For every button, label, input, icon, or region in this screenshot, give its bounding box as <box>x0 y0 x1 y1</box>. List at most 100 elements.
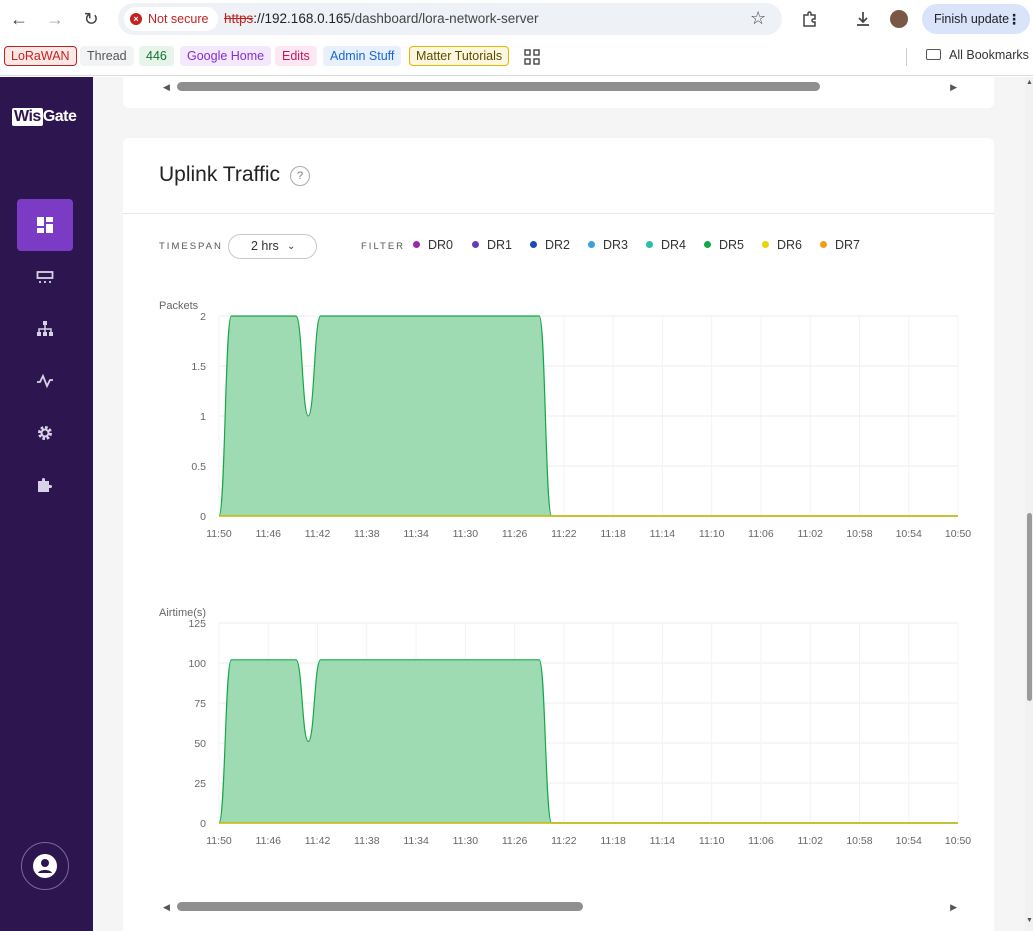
user-icon <box>33 854 57 878</box>
x-tick-label: 11:02 <box>797 835 823 847</box>
sidebar-item-gateway[interactable] <box>17 251 73 303</box>
profile-avatar[interactable] <box>890 10 908 28</box>
bookmarks-bar: LoRaWAN Thread 446 Google Home Edits Adm… <box>0 38 1033 76</box>
x-tick-label: 11:02 <box>797 528 823 540</box>
all-bookmarks-button[interactable]: All Bookmarks <box>926 48 1029 62</box>
x-tick-label: 11:34 <box>403 528 429 540</box>
x-tick-label: 11:14 <box>650 528 676 540</box>
chevron-down-icon: ⌄ <box>287 241 296 252</box>
x-tick-label: 11:10 <box>699 528 725 540</box>
activity-icon <box>37 373 53 389</box>
sidebar-item-activity[interactable] <box>17 355 73 407</box>
x-tick-label: 10:50 <box>945 528 971 540</box>
y-tick-label: 2 <box>200 311 206 323</box>
filter-dr0[interactable]: DR0 <box>413 238 453 252</box>
y-tick-label: 25 <box>194 778 206 790</box>
sidebar-item-settings[interactable] <box>17 407 73 459</box>
menu-dots-icon: ⋮ <box>1007 11 1021 27</box>
y-tick-label: 100 <box>188 658 206 670</box>
back-icon[interactable]: ← <box>7 7 31 31</box>
scroll-down-icon: ▼ <box>1026 917 1033 924</box>
network-icon <box>37 321 53 336</box>
uplink-traffic-card: Uplink Traffic ? TIMESPAN 2 hrs ⌄ FILTER … <box>123 138 994 931</box>
timespan-select[interactable]: 2 hrs ⌄ <box>228 234 317 259</box>
card-title: Uplink Traffic <box>159 163 280 186</box>
download-icon[interactable] <box>851 7 875 31</box>
y-tick-label: 50 <box>194 738 206 750</box>
airtime-chart: 0 25 50 75 100 125 11:50 11:46 11:42 11:38 11:34 11… <box>188 618 971 847</box>
user-account-button[interactable] <box>21 842 69 890</box>
help-icon[interactable]: ? <box>290 166 310 186</box>
dashboard-icon <box>37 217 53 233</box>
horizontal-scrollbar-bottom[interactable]: ◀ ▶ <box>163 901 957 913</box>
divider <box>123 213 994 214</box>
y-tick-label: 125 <box>188 618 206 630</box>
horizontal-scrollbar-top[interactable]: ◀ ▶ <box>163 81 957 93</box>
finish-update-button[interactable]: Finish update ⋮ <box>922 4 1030 34</box>
x-tick-label: 11:22 <box>551 528 577 540</box>
y-tick-label: 1.5 <box>191 361 206 373</box>
previous-card-bottom: ◀ ▶ <box>123 77 994 108</box>
x-tick-label: 11:26 <box>502 835 528 847</box>
not-secure-badge[interactable]: × Not secure <box>124 7 219 31</box>
sidebar-item-extensions[interactable] <box>17 459 73 511</box>
apps-grid-icon[interactable] <box>524 49 540 70</box>
gateway-icon <box>36 271 54 283</box>
url-text[interactable]: https://192.168.0.165/dashboard/lora-net… <box>224 11 538 26</box>
x-tick-label: 10:50 <box>945 835 971 847</box>
y-tick-label: 1 <box>200 411 206 423</box>
x-tick-label: 11:26 <box>502 528 528 540</box>
filter-dr1[interactable]: DR1 <box>472 238 512 252</box>
warning-icon: × <box>130 13 142 25</box>
forward-icon[interactable]: → <box>43 7 67 31</box>
x-tick-label: 11:42 <box>305 528 331 540</box>
filter-dr5[interactable]: DR5 <box>704 238 744 252</box>
x-tick-label: 11:06 <box>748 835 774 847</box>
browser-toolbar: ← → ↻ × Not secure https://192.168.0.165… <box>0 0 1033 38</box>
filter-dr3[interactable]: DR3 <box>588 238 628 252</box>
bookmark-446[interactable]: 446 <box>139 46 174 66</box>
y-tick-label: 75 <box>194 698 206 710</box>
x-tick-label: 11:34 <box>403 835 429 847</box>
wisgate-logo[interactable]: Wis Gate <box>12 108 77 126</box>
y-tick-label: 0.5 <box>191 461 206 473</box>
timespan-label: TIMESPAN <box>159 241 223 252</box>
x-tick-label: 11:06 <box>748 528 774 540</box>
gear-icon <box>38 426 52 440</box>
main-content: ◀ ▶ Uplink Traffic ? TIMESPAN 2 hrs ⌄ FIL… <box>93 77 1025 931</box>
sidebar-item-network[interactable] <box>17 303 73 355</box>
extensions-icon[interactable] <box>798 7 822 31</box>
x-tick-label: 10:58 <box>846 835 872 847</box>
bookmark-thread[interactable]: Thread <box>80 46 134 66</box>
scroll-left-icon: ◀ <box>163 82 170 92</box>
scroll-up-icon: ▲ <box>1026 79 1033 86</box>
puzzle-icon <box>38 478 52 492</box>
bookmark-matter-tutorials[interactable]: Matter Tutorials <box>409 46 510 66</box>
x-tick-label: 11:38 <box>354 835 380 847</box>
filter-dr4[interactable]: DR4 <box>646 238 686 252</box>
x-tick-label: 10:54 <box>896 528 922 540</box>
filter-dr2[interactable]: DR2 <box>530 238 570 252</box>
y-tick-label: 0 <box>200 511 206 523</box>
packets-chart: 0 0.5 1 1.5 2 11:50 11:46 11:42 11:38 11:34 11:30 1… <box>191 311 971 540</box>
filter-dr6[interactable]: DR6 <box>762 238 802 252</box>
reload-icon[interactable]: ↻ <box>79 7 103 31</box>
bookmark-google-home[interactable]: Google Home <box>180 46 272 66</box>
x-tick-label: 11:30 <box>453 528 479 540</box>
scrollbar-thumb[interactable] <box>177 902 583 911</box>
filter-dr7[interactable]: DR7 <box>820 238 860 252</box>
page-vertical-scrollbar[interactable]: ▲ ▼ <box>1025 77 1033 931</box>
bookmark-admin-stuff[interactable]: Admin Stuff <box>323 46 402 66</box>
scrollbar-thumb[interactable] <box>1027 513 1032 701</box>
x-tick-label: 11:38 <box>354 528 380 540</box>
bookmark-star-icon[interactable]: ☆ <box>750 8 766 29</box>
app-sidebar: Wis Gate <box>0 77 93 931</box>
x-tick-label: 10:54 <box>896 835 922 847</box>
sidebar-item-dashboard[interactable] <box>17 199 73 251</box>
scroll-right-icon: ▶ <box>950 82 957 92</box>
x-tick-label: 11:46 <box>256 835 282 847</box>
bookmark-lorawan[interactable]: LoRaWAN <box>4 46 77 66</box>
address-bar[interactable]: × Not secure https://192.168.0.165/dashb… <box>118 3 782 35</box>
bookmark-edits[interactable]: Edits <box>275 46 317 66</box>
scrollbar-thumb[interactable] <box>177 82 820 91</box>
